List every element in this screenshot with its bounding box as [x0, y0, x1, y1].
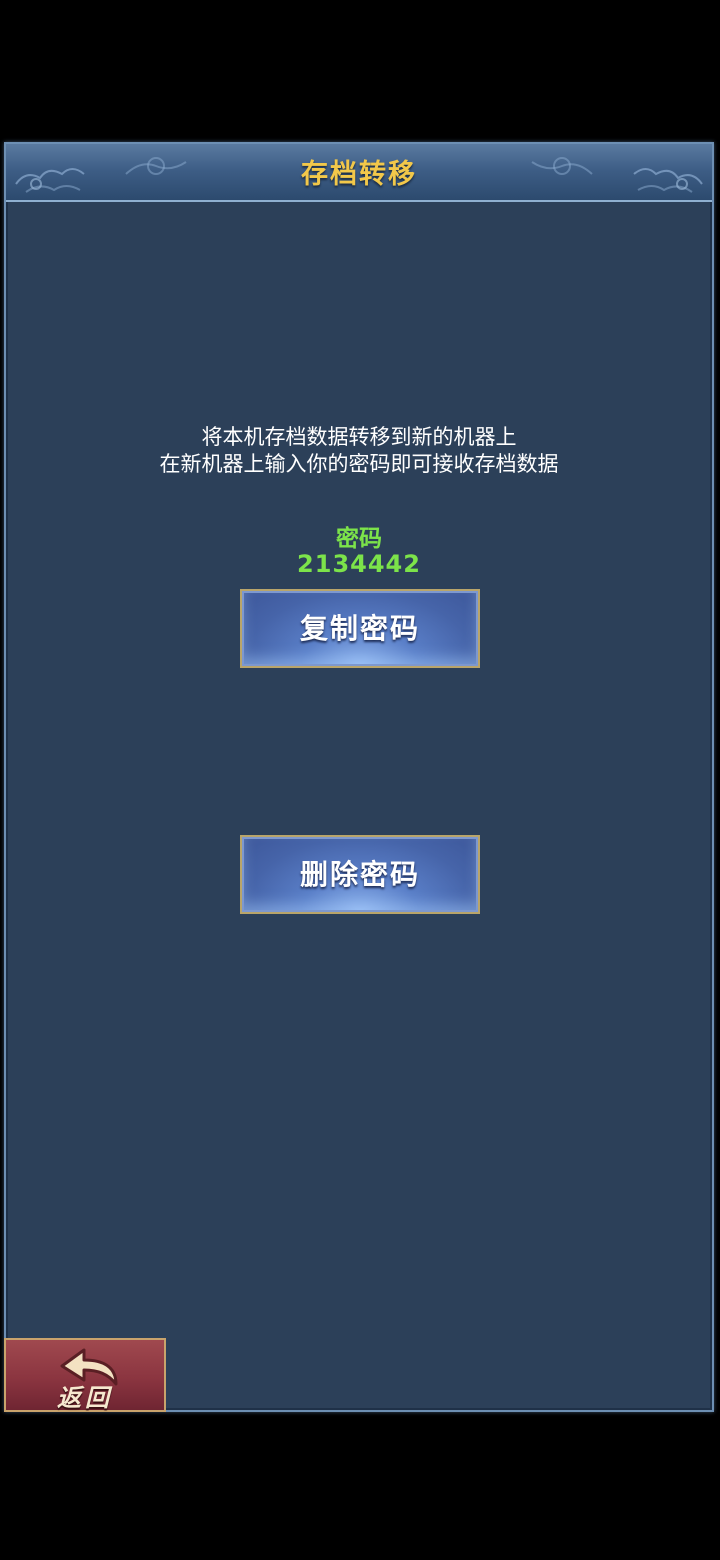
page-title: 存档转移	[301, 159, 417, 190]
copy-password-button[interactable]: 复制密码	[240, 589, 480, 668]
delete-password-button[interactable]: 删除密码	[240, 835, 480, 914]
password-label: 密码	[336, 526, 382, 552]
back-label: 返回	[57, 1383, 113, 1412]
title-bar: 存档转移	[6, 144, 712, 202]
password-value: 2134442	[297, 550, 421, 578]
description-line-2: 在新机器上输入你的密码即可接收存档数据	[159, 452, 559, 476]
save-transfer-panel: 存档转移 将本机存档数据转移到新的机器上 在新机器上输入你的密码即可接收存档数据…	[4, 142, 714, 1412]
back-button[interactable]: 返回	[4, 1338, 166, 1412]
description-line-1: 将本机存档数据转移到新的机器上	[201, 425, 517, 449]
